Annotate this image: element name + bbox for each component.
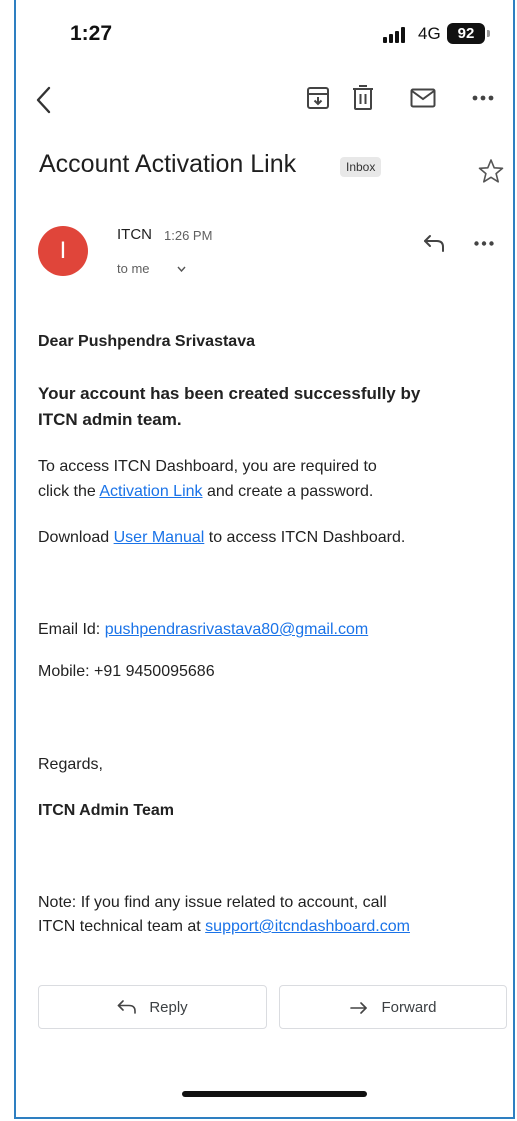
email-subject: Account Activation Link bbox=[39, 150, 297, 178]
email-id-label: Email Id: bbox=[38, 621, 105, 638]
mail-icon[interactable] bbox=[410, 88, 436, 108]
download-line: Download User Manual to access ITCN Dash… bbox=[38, 526, 405, 550]
sent-time: 1:26 PM bbox=[164, 228, 213, 243]
access-line-2-pre: click the bbox=[38, 483, 100, 500]
chevron-down-icon[interactable] bbox=[177, 266, 186, 272]
user-manual-link[interactable]: User Manual bbox=[114, 529, 205, 546]
download-post: to access ITCN Dashboard. bbox=[204, 529, 406, 546]
forward-label: Forward bbox=[381, 998, 437, 1016]
battery-tip bbox=[487, 30, 490, 37]
home-indicator[interactable] bbox=[182, 1091, 367, 1097]
more-icon[interactable] bbox=[472, 95, 494, 101]
forward-icon bbox=[350, 1002, 368, 1014]
reply-button[interactable]: Reply bbox=[38, 985, 267, 1029]
download-pre: Download bbox=[38, 529, 114, 546]
created-line-2: ITCN admin team. bbox=[38, 410, 182, 429]
recipient-details[interactable]: to me bbox=[117, 261, 150, 276]
email-id-line: Email Id: pushpendrasrivastava80@gmail.c… bbox=[38, 618, 368, 642]
access-line-2: click the Activation Link and create a p… bbox=[38, 480, 373, 504]
greeting: Dear Pushpendra Srivastava bbox=[38, 333, 255, 350]
more-icon[interactable] bbox=[474, 241, 494, 246]
regards: Regards, bbox=[38, 756, 103, 773]
access-line-1: To access ITCN Dashboard, you are requir… bbox=[38, 458, 377, 475]
email-id-link[interactable]: pushpendrasrivastava80@gmail.com bbox=[105, 621, 368, 638]
battery-icon: 92 bbox=[447, 23, 485, 44]
archive-icon[interactable] bbox=[306, 86, 330, 110]
star-icon[interactable] bbox=[478, 158, 504, 184]
reply-icon[interactable] bbox=[423, 234, 445, 252]
created-line-1: Your account has been created successful… bbox=[38, 384, 421, 403]
trash-icon[interactable] bbox=[351, 85, 375, 111]
note-line-2: ITCN technical team at support@itcndashb… bbox=[38, 915, 410, 939]
note-line-2-pre: ITCN technical team at bbox=[38, 918, 206, 935]
mobile-line: Mobile: +91 9450095686 bbox=[38, 663, 215, 680]
back-icon[interactable] bbox=[34, 84, 54, 116]
signature: ITCN Admin Team bbox=[38, 802, 175, 819]
sender-avatar[interactable]: I bbox=[38, 226, 88, 276]
forward-button[interactable]: Forward bbox=[279, 985, 507, 1029]
note-line-1: Note: If you find any issue related to a… bbox=[38, 894, 387, 911]
access-line-2-post: and create a password. bbox=[202, 483, 374, 500]
inbox-label-badge[interactable]: Inbox bbox=[340, 157, 382, 177]
sender-name: ITCN bbox=[117, 226, 152, 243]
status-time: 1:27 bbox=[70, 22, 113, 45]
signal-icon bbox=[383, 27, 409, 43]
network-type: 4G bbox=[418, 24, 441, 43]
activation-link[interactable]: Activation Link bbox=[99, 483, 202, 500]
reply-icon bbox=[118, 1000, 137, 1014]
support-email-link[interactable]: support@itcndashboard.com bbox=[205, 918, 410, 935]
reply-label: Reply bbox=[149, 998, 188, 1016]
